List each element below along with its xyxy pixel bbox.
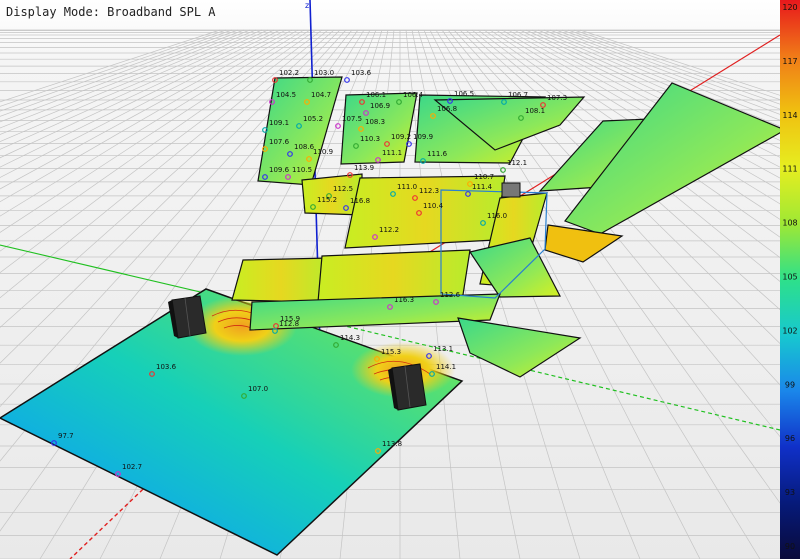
- spl-label: 97.7: [58, 432, 74, 440]
- spl-label: 113.8: [382, 440, 402, 448]
- colorbar-tick: 114: [782, 111, 797, 120]
- spl-label: 107.0: [248, 385, 268, 393]
- spl-label: 109.6: [269, 166, 290, 174]
- colorbar-tick: 99: [785, 380, 795, 389]
- colorbar-tick: 108: [782, 219, 797, 228]
- spl-label: 111.0: [397, 183, 417, 191]
- spl-label: 109.2: [391, 133, 411, 141]
- spl-label: 103.0: [314, 69, 334, 77]
- spl-label: 103.6: [351, 69, 372, 77]
- plane-side-right-3: [544, 224, 624, 263]
- spl-label: 106.4: [403, 91, 424, 99]
- colorbar-tick: 111: [782, 165, 797, 174]
- colorbar-tick: 93: [785, 488, 795, 497]
- spl-label: 112.1: [507, 159, 527, 167]
- speaker-top[interactable]: [501, 182, 521, 198]
- spl-label: 111.4: [472, 183, 493, 191]
- spl-label: 107.3: [547, 94, 567, 102]
- measurement-point[interactable]: [335, 123, 341, 129]
- spl-label: 113.1: [433, 345, 453, 353]
- spl-label: 115.2: [317, 196, 337, 204]
- spl-label: 112.8: [279, 320, 299, 328]
- spl-label: 114.3: [340, 334, 360, 342]
- spl-label: 110.7: [474, 173, 494, 181]
- spl-label: 108.1: [525, 107, 545, 115]
- viewport-3d[interactable]: z 102.2 103.0 103.6 104.5 104.7 105.2 10…: [0, 0, 800, 559]
- spl-label: 110.5: [292, 166, 312, 174]
- colorbar-tick: 117: [782, 57, 797, 66]
- spl-label: 108.6: [294, 143, 315, 151]
- spl-label: 112.5: [333, 185, 353, 193]
- plane-lower-left: [231, 257, 331, 303]
- spl-label: 113.9: [354, 164, 374, 172]
- colorbar-tick: 120: [782, 3, 797, 12]
- spl-label: 106.5: [454, 90, 474, 98]
- spl-label: 116.0: [487, 212, 507, 220]
- colorbar-tick: 102: [782, 326, 797, 335]
- colorbar-tick: 96: [785, 434, 795, 443]
- spl-label: 106.9: [370, 102, 390, 110]
- speaker-left[interactable]: [168, 295, 207, 339]
- spl-label: 110.9: [313, 148, 333, 156]
- speaker-right[interactable]: [388, 363, 427, 411]
- spl-label: 114.1: [436, 363, 456, 371]
- spl-label: 109.9: [413, 133, 433, 141]
- spl-label: 107.6: [269, 138, 290, 146]
- spl-label: 104.7: [311, 91, 331, 99]
- display-mode-label: Display Mode: Broadband SPL A: [6, 5, 216, 19]
- z-axis-label: z: [305, 1, 309, 10]
- spl-label: 106.8: [437, 105, 457, 113]
- spl-label: 112.6: [440, 291, 461, 299]
- spl-label: 112.3: [419, 187, 439, 195]
- spl-label: 116.3: [394, 296, 414, 304]
- acoustic-scene[interactable]: z 102.2 103.0 103.6104.5 104.7105.2106.1…: [0, 0, 800, 559]
- spl-label: 111.6: [427, 150, 448, 158]
- colorbar-tick: 90: [785, 542, 795, 551]
- spl-label: 102.2: [279, 69, 299, 77]
- spl-label: 115.3: [381, 348, 401, 356]
- spl-label: 103.6: [156, 363, 177, 371]
- spl-label: 106.7: [508, 91, 528, 99]
- spl-label: 116.8: [350, 197, 370, 205]
- spl-label: 109.1: [269, 119, 289, 127]
- spl-label: 110.3: [360, 135, 380, 143]
- colorbar-tick: 105: [782, 273, 797, 282]
- spl-label: 105.2: [303, 115, 323, 123]
- spl-label: 108.3: [365, 118, 385, 126]
- spl-label: 110.4: [423, 202, 444, 210]
- spl-label: 106.1: [366, 91, 386, 99]
- spl-label: 104.5: [276, 91, 296, 99]
- spl-label: 107.5: [342, 115, 362, 123]
- spl-label: 111.1: [382, 149, 402, 157]
- spl-label: 112.2: [379, 226, 399, 234]
- spl-label: 102.7: [122, 463, 142, 471]
